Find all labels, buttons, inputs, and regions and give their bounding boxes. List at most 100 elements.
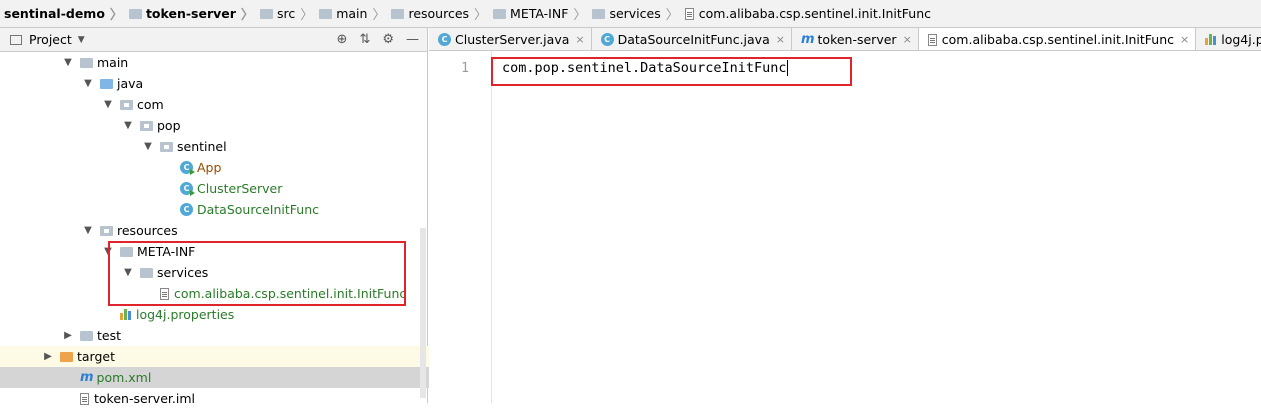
- line-number: 1: [461, 61, 469, 76]
- tree-item-label: resources: [117, 223, 178, 238]
- chevron-down-icon: ▼: [77, 34, 85, 45]
- close-icon[interactable]: ×: [1180, 33, 1189, 46]
- tree-item-label: target: [77, 349, 116, 364]
- class-icon: C: [438, 32, 451, 46]
- tab-label: ClusterServer.java: [455, 31, 570, 47]
- chevron-down-icon[interactable]: ▼: [142, 141, 154, 152]
- tree-item-label: java: [117, 76, 144, 91]
- tab-label: log4j.properties: [1221, 31, 1261, 47]
- class-run-icon: C: [180, 182, 195, 196]
- locate-icon[interactable]: ⊕: [337, 32, 348, 47]
- tree-item-label: App: [197, 160, 222, 175]
- editor-tab[interactable]: C DataSourceInitFunc.java ×: [592, 28, 792, 50]
- breadcrumb-separator-icon: 〉: [109, 8, 123, 23]
- breadcrumb-item[interactable]: META-INF 〉: [493, 0, 592, 28]
- tree-item[interactable]: ▼ main: [0, 52, 489, 73]
- folder-icon: [319, 8, 333, 19]
- chevron-down-icon[interactable]: ▼: [122, 120, 134, 131]
- project-icon: [10, 34, 22, 45]
- tree-item[interactable]: ▶ test: [0, 325, 489, 346]
- breadcrumb-item[interactable]: main 〉: [319, 0, 391, 28]
- close-icon[interactable]: ×: [575, 33, 584, 46]
- maven-icon: m: [800, 31, 815, 47]
- breadcrumb-item[interactable]: resources 〉: [391, 0, 493, 28]
- project-panel-title: Project: [29, 32, 72, 47]
- resources-folder-icon: [100, 225, 113, 236]
- text-file-icon: [684, 7, 694, 20]
- gear-icon[interactable]: ⚙: [382, 32, 394, 47]
- class-icon: C: [180, 203, 193, 216]
- tree-item-label: log4j.properties: [136, 307, 235, 322]
- excluded-folder-icon: [60, 351, 73, 362]
- collapse-all-icon[interactable]: ⇅: [359, 32, 370, 47]
- editor-tab[interactable]: C ClusterServer.java ×: [429, 28, 592, 50]
- breadcrumb-item[interactable]: services 〉: [592, 0, 684, 28]
- highlight-box-editor: [491, 57, 852, 86]
- close-icon[interactable]: ×: [903, 33, 912, 46]
- breadcrumb-label: META-INF: [510, 6, 569, 21]
- folder-icon: [259, 8, 273, 19]
- tree-item[interactable]: token-server.iml: [0, 388, 489, 409]
- close-icon[interactable]: ×: [776, 33, 785, 46]
- breadcrumb-separator-icon: 〉: [372, 8, 386, 23]
- tree-item[interactable]: ▶ target: [0, 346, 469, 367]
- folder-icon: [493, 8, 507, 19]
- properties-icon: [120, 308, 133, 321]
- breadcrumb-label: main: [336, 6, 368, 21]
- tab-label: token-server: [817, 31, 897, 47]
- project-view-selector[interactable]: Project ▼: [10, 32, 85, 47]
- breadcrumb-label: com.alibaba.csp.sentinel.init.InitFunc: [698, 6, 931, 21]
- package-icon: [120, 99, 133, 110]
- editor-gutter: 1: [429, 51, 489, 403]
- breadcrumb-item[interactable]: token-server 〉: [128, 0, 260, 28]
- chevron-down-icon[interactable]: ▼: [82, 78, 94, 89]
- chevron-down-icon[interactable]: ▼: [102, 99, 114, 110]
- tree-item-label: sentinel: [177, 139, 227, 154]
- editor-tab[interactable]: com.alibaba.csp.sentinel.init.InitFunc ×: [918, 28, 1197, 50]
- breadcrumb-label: src: [276, 6, 296, 21]
- text-file-icon: [927, 33, 937, 46]
- breadcrumb-item[interactable]: src 〉: [259, 0, 319, 28]
- breadcrumb-separator-icon: 〉: [300, 8, 314, 23]
- chevron-down-icon[interactable]: ▼: [62, 57, 74, 68]
- maven-icon: m: [80, 370, 94, 385]
- package-icon: [140, 120, 153, 131]
- class-run-icon: C: [180, 161, 195, 175]
- breadcrumb-label: services: [609, 6, 661, 21]
- breadcrumb-item[interactable]: sentinal-demo 〉: [4, 0, 129, 28]
- breadcrumb-separator-icon: 〉: [240, 8, 254, 23]
- tree-item-label: token-server.iml: [94, 391, 195, 406]
- folder-icon: [391, 8, 405, 19]
- tree-item[interactable]: m pom.xml: [0, 367, 489, 388]
- tab-label: DataSourceInitFunc.java: [617, 31, 770, 47]
- editor-tab[interactable]: log4j.properties: [1196, 28, 1261, 50]
- breadcrumb-label: resources: [408, 6, 470, 21]
- editor-tabs: C ClusterServer.java × C DataSourceInitFunc.…: [429, 28, 1261, 51]
- highlight-box-tree: [108, 241, 406, 306]
- class-icon: C: [600, 32, 614, 46]
- breadcrumb-separator-icon: 〉: [474, 8, 488, 23]
- tree-item-label: test: [97, 328, 122, 343]
- minimize-icon[interactable]: —: [406, 32, 419, 47]
- tree-item-label: pom.xml: [96, 370, 152, 385]
- breadcrumb-label: token-server: [145, 6, 236, 21]
- tree-item-label: pop: [157, 118, 181, 133]
- chevron-right-icon[interactable]: ▶: [42, 351, 54, 362]
- package-icon: [160, 141, 173, 152]
- editor-tab[interactable]: m token-server ×: [792, 28, 919, 50]
- folder-icon: [80, 57, 93, 68]
- tree-item-label: main: [97, 55, 129, 70]
- tab-label: com.alibaba.csp.sentinel.init.InitFunc: [941, 32, 1175, 47]
- chevron-right-icon[interactable]: ▶: [62, 330, 74, 341]
- scrollbar[interactable]: [420, 228, 426, 398]
- editor-area[interactable]: 1 com.pop.sentinel.DataSourceInitFunc: [429, 51, 1261, 403]
- folder-icon: [592, 8, 606, 19]
- chevron-down-icon[interactable]: ▼: [82, 225, 94, 236]
- source-folder-icon: [100, 78, 113, 89]
- breadcrumb: sentinal-demo 〉 token-server 〉 src 〉 main 〉 reso…: [0, 0, 1261, 28]
- project-panel-header: Project ▼ ⊕ ⇅ ⚙ —: [0, 28, 427, 52]
- breadcrumb-item[interactable]: com.alibaba.csp.sentinel.init.InitFunc: [684, 0, 931, 28]
- properties-icon: [1205, 33, 1218, 46]
- project-panel: Project ▼ ⊕ ⇅ ⚙ — ▼ main ▼ java ▼ com ▼ pop ▼ sen…: [0, 28, 489, 406]
- breadcrumb-separator-icon: 〉: [573, 8, 587, 23]
